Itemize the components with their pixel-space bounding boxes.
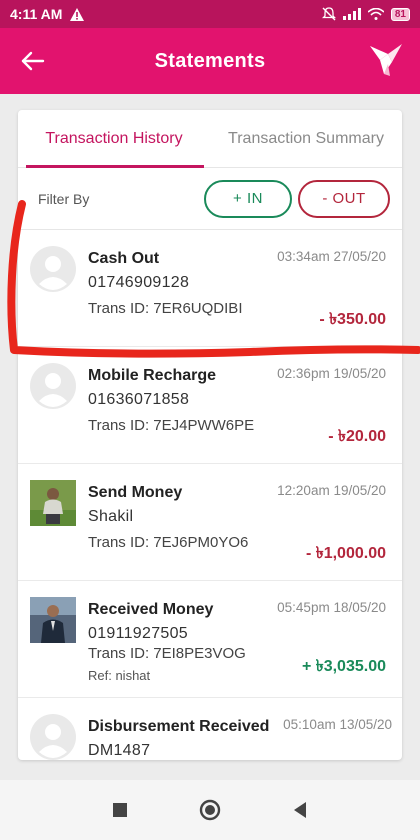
transaction-title: Disbursement Received: [88, 718, 270, 735]
transaction-datetime: 02:36pm 19/05/20: [277, 366, 386, 381]
wifi-icon: [367, 8, 384, 20]
warning-icon: [70, 7, 85, 21]
contact-photo: [30, 480, 76, 526]
triangle-back-nav-icon[interactable]: [288, 798, 312, 822]
transaction-amount: - ৳350.00: [319, 311, 386, 328]
transaction-amount: + ৳3,035.00: [301, 658, 386, 675]
tab-bar: Transaction History Transaction Summary: [18, 110, 402, 168]
transaction-row[interactable]: Disbursement Received DM1487 05:10am 13/…: [18, 698, 402, 760]
statements-card: Transaction History Transaction Summary …: [18, 110, 402, 760]
transaction-subtitle: 01636071858: [88, 391, 190, 408]
page-title: Statements: [154, 49, 266, 72]
transaction-id: Trans ID: 7ER6UQDIBI: [88, 300, 243, 317]
contact-photo: [30, 597, 76, 643]
transaction-datetime: 05:10am 13/05/20: [283, 717, 392, 732]
transaction-id: Trans ID: 7EI8PE3VOG: [88, 645, 246, 662]
transaction-row[interactable]: Mobile Recharge 01636071858 Trans ID: 7E…: [18, 347, 402, 464]
transaction-id: Trans ID: 7EJ4PWW6PE: [88, 417, 255, 434]
transaction-datetime: 03:34am 27/05/20: [277, 249, 386, 264]
transaction-datetime: 05:45pm 18/05/20: [277, 600, 386, 615]
filter-out-button[interactable]: - OUT: [298, 179, 390, 218]
app-bar: Statements: [0, 28, 420, 94]
transaction-datetime: 12:20am 19/05/20: [277, 483, 386, 498]
back-arrow-icon[interactable]: [18, 46, 48, 76]
transaction-row[interactable]: Cash Out 01746909128 Trans ID: 7ER6UQDIB…: [18, 230, 402, 347]
square-nav-icon[interactable]: [108, 798, 132, 822]
placeholder-avatar-icon: [30, 363, 76, 409]
battery-icon: 81: [390, 7, 410, 21]
transaction-title: Received Money: [88, 601, 214, 618]
circle-nav-icon[interactable]: [198, 798, 222, 822]
filter-in-button[interactable]: + IN: [204, 179, 292, 218]
transaction-ref: Ref: nishat: [88, 668, 151, 683]
signal-icon: [342, 8, 361, 20]
filter-label: Filter By: [38, 190, 90, 207]
transaction-subtitle: 01746909128: [88, 274, 190, 291]
transaction-subtitle: Shakil: [88, 508, 134, 525]
tab-transaction-history[interactable]: Transaction History: [18, 110, 210, 168]
status-time: 4:11 AM: [10, 6, 63, 22]
filter-bar: Filter By + IN - OUT: [18, 168, 402, 230]
mute-icon: [321, 7, 336, 21]
transaction-row[interactable]: Send Money Shakil Trans ID: 7EJ6PM0YO6 1…: [18, 464, 402, 581]
placeholder-avatar-icon: [30, 246, 76, 292]
bkash-bird-logo-icon: [370, 44, 402, 76]
transaction-amount: - ৳20.00: [328, 428, 386, 445]
system-nav-bar: [0, 780, 420, 840]
transaction-title: Mobile Recharge: [88, 367, 217, 384]
transaction-title: Cash Out: [88, 250, 160, 267]
transaction-amount: - ৳1,000.00: [305, 545, 386, 562]
transaction-id: Trans ID: 7EJ6PM0YO6: [88, 534, 249, 551]
status-bar: 4:11 AM 81: [0, 0, 420, 28]
transaction-subtitle: DM1487: [88, 742, 151, 759]
placeholder-avatar-icon: [30, 714, 76, 760]
transaction-row[interactable]: Received Money 01911927505 Trans ID: 7EI…: [18, 581, 402, 698]
transaction-title: Send Money: [88, 484, 183, 501]
transaction-subtitle: 01911927505: [88, 625, 188, 642]
tab-transaction-summary[interactable]: Transaction Summary: [210, 110, 402, 167]
